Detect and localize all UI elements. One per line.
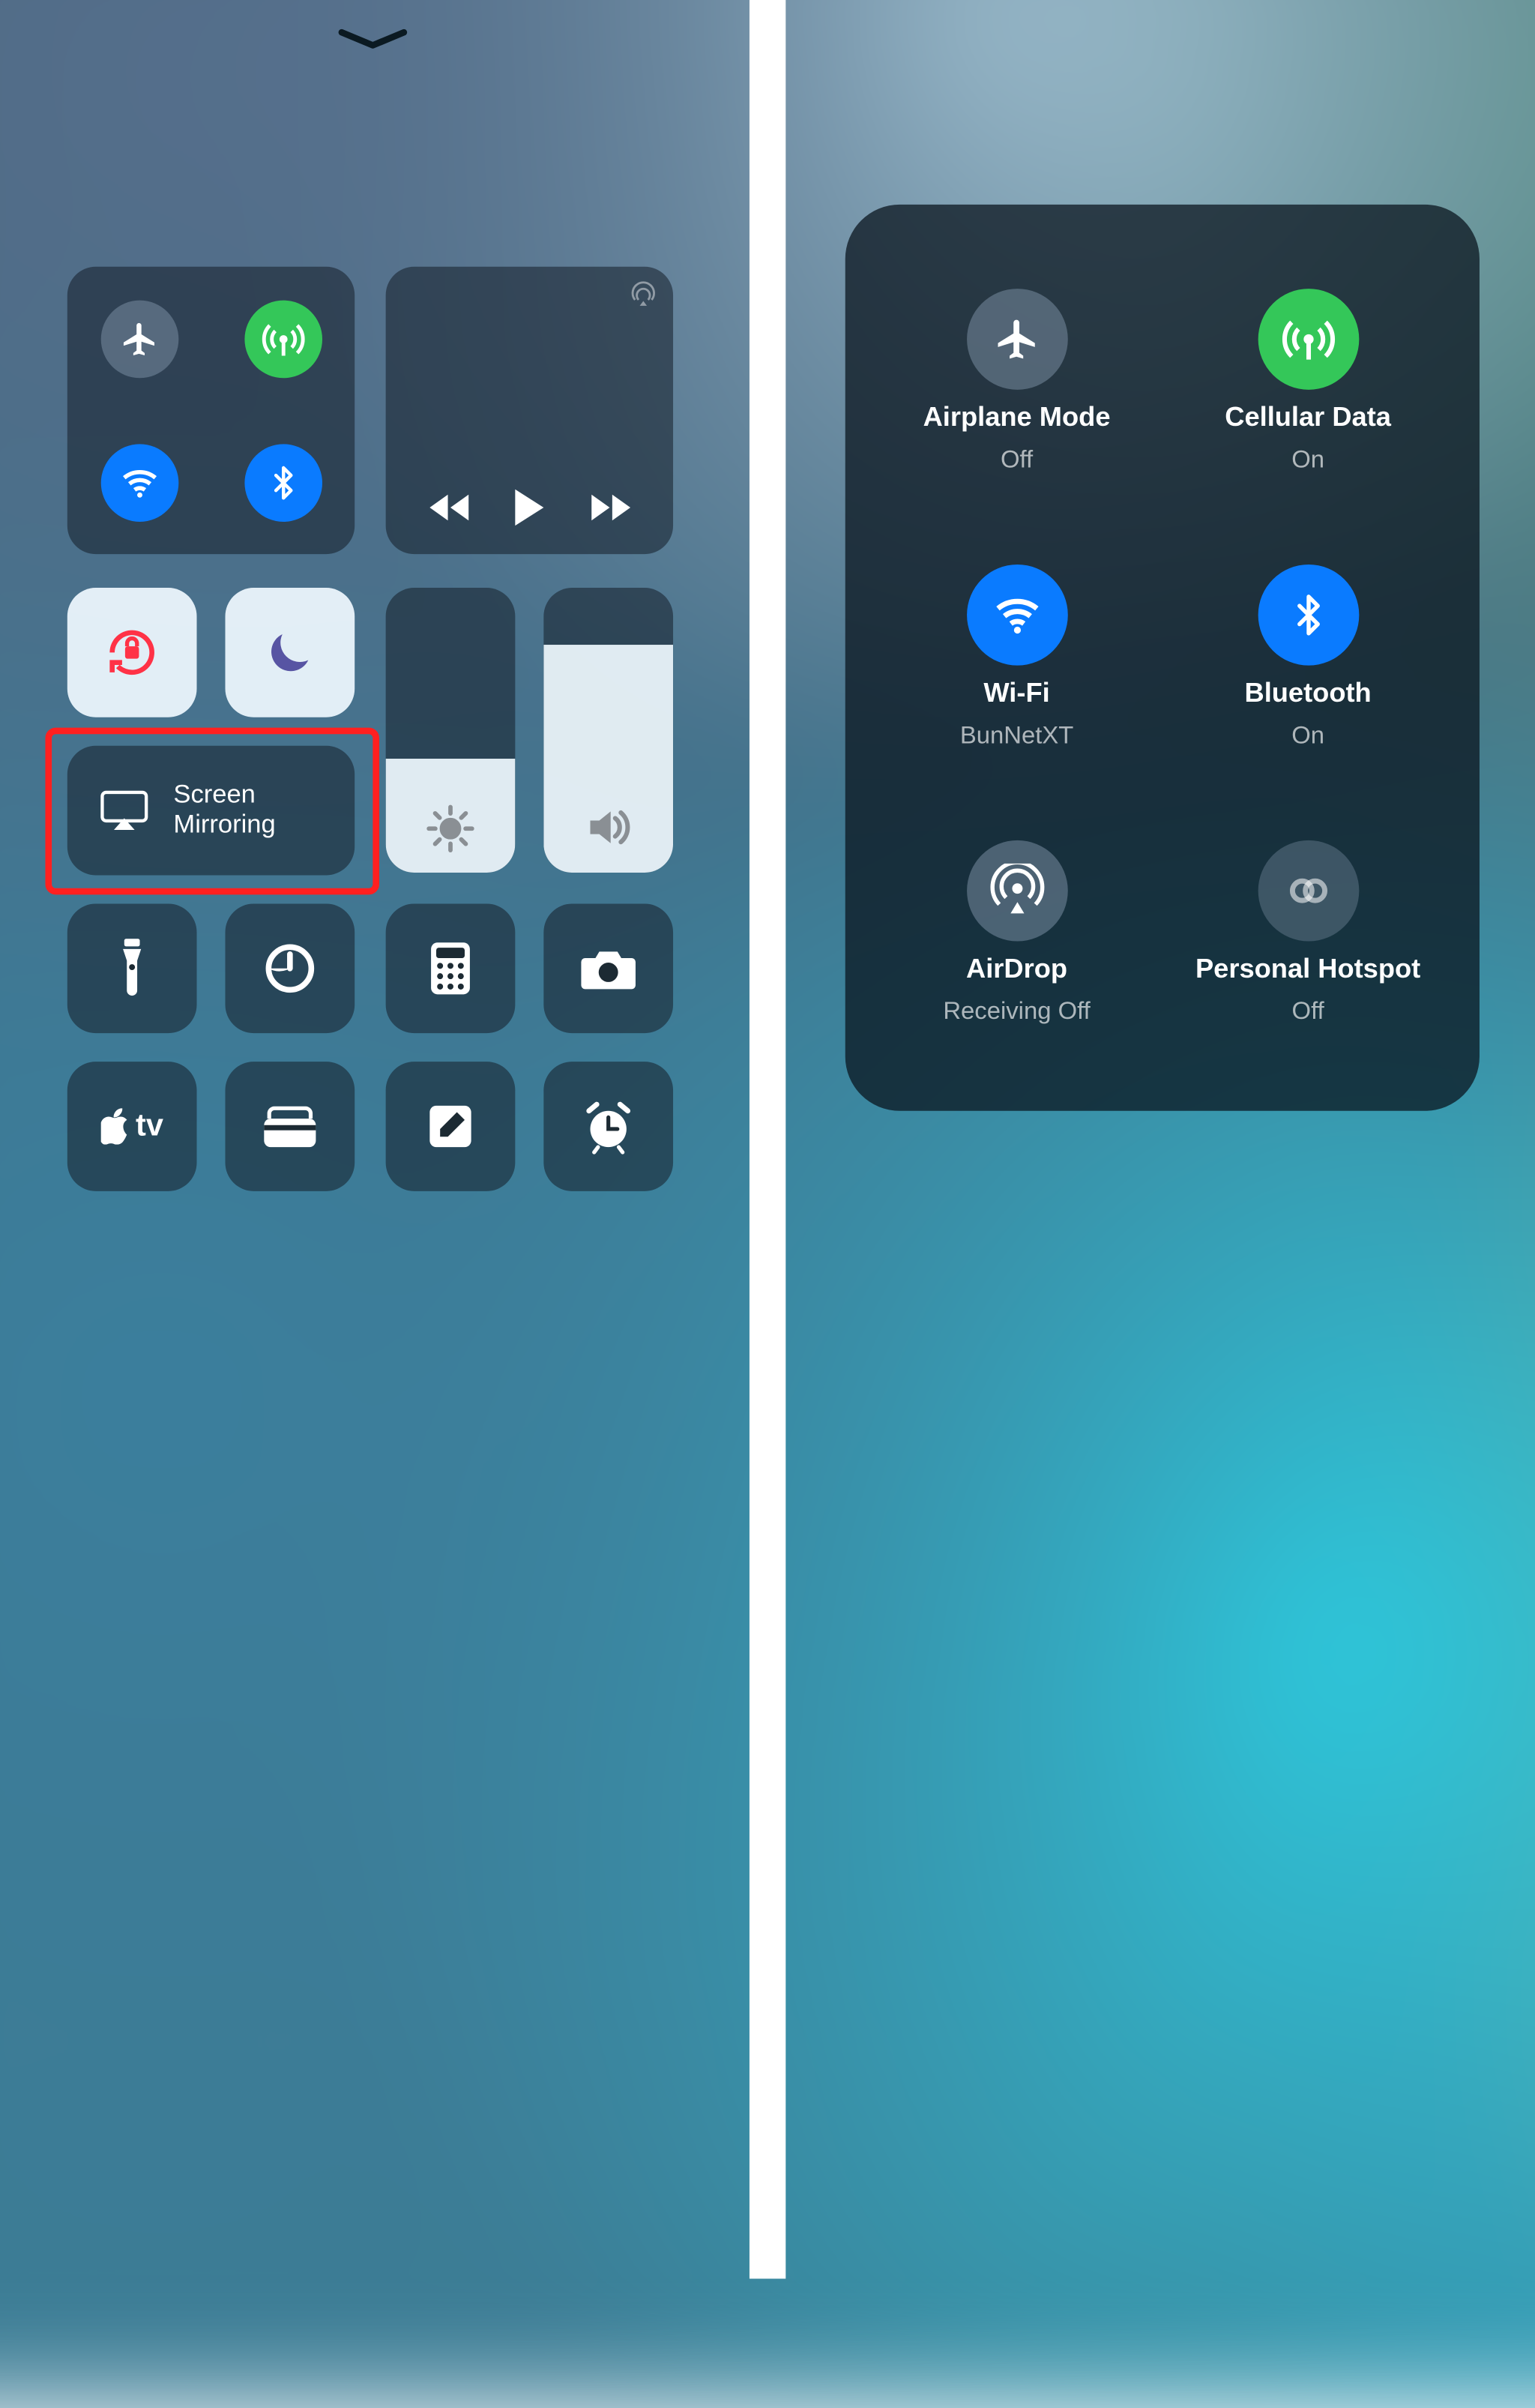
- airdrop-title: AirDrop: [966, 954, 1067, 985]
- collapse-chevron-icon[interactable]: [337, 28, 407, 49]
- do-not-disturb-toggle[interactable]: [225, 588, 355, 717]
- brightness-slider[interactable]: [386, 588, 516, 873]
- bluetooth-title: Bluetooth: [1245, 678, 1372, 709]
- airdrop-icon: [966, 840, 1067, 942]
- airdrop-cell[interactable]: AirDrop Receiving Off: [871, 796, 1162, 1072]
- hotspot-icon: [1258, 840, 1359, 942]
- connectivity-panel[interactable]: Airplane Mode Off Cellular Data On Wi-Fi…: [845, 205, 1480, 1111]
- apple-tv-label: tv: [136, 1108, 163, 1144]
- hotspot-cell[interactable]: Personal Hotspot Off: [1162, 796, 1454, 1072]
- cellular-status: On: [1291, 446, 1324, 475]
- screen-mirroring-label: ScreenMirroring: [173, 780, 275, 840]
- notes-button[interactable]: [386, 1062, 516, 1191]
- hotspot-title: Personal Hotspot: [1195, 954, 1420, 985]
- panel-divider: [750, 0, 785, 2279]
- calculator-button[interactable]: [386, 903, 516, 1033]
- play-button[interactable]: [511, 487, 547, 528]
- bluetooth-icon: [1258, 565, 1359, 666]
- timer-button[interactable]: [225, 903, 355, 1033]
- alarm-button[interactable]: [543, 1062, 673, 1191]
- wallet-button[interactable]: [225, 1062, 355, 1191]
- cellular-icon: [1258, 289, 1359, 390]
- volume-slider[interactable]: [543, 588, 673, 873]
- media-module[interactable]: [386, 267, 673, 554]
- wifi-icon: [966, 565, 1067, 666]
- bluetooth-cell[interactable]: Bluetooth On: [1162, 520, 1454, 795]
- airplay-audio-icon: [629, 280, 657, 308]
- flashlight-button[interactable]: [67, 903, 197, 1033]
- screen-mirroring-button[interactable]: ScreenMirroring: [67, 746, 355, 876]
- rotation-lock-toggle[interactable]: [67, 588, 197, 717]
- wifi-toggle[interactable]: [100, 443, 178, 521]
- camera-button[interactable]: [543, 903, 673, 1033]
- wifi-status: BunNetXT: [960, 723, 1073, 751]
- forward-button[interactable]: [588, 491, 633, 525]
- cellular-data-toggle[interactable]: [244, 300, 322, 378]
- wifi-title: Wi-Fi: [983, 678, 1049, 709]
- apple-tv-remote-button[interactable]: tv: [67, 1062, 197, 1191]
- control-center-screen: ScreenMirroring: [0, 0, 744, 2279]
- cellular-title: Cellular Data: [1225, 403, 1391, 433]
- airdrop-status: Receiving Off: [943, 999, 1090, 1027]
- airplane-mode-cell[interactable]: Airplane Mode Off: [871, 244, 1162, 520]
- airplane-title: Airplane Mode: [923, 403, 1111, 433]
- screen-mirroring-icon: [98, 789, 150, 833]
- airplane-icon: [966, 289, 1067, 390]
- airplane-status: Off: [1001, 446, 1033, 475]
- airplane-mode-toggle[interactable]: [100, 300, 178, 378]
- wifi-cell[interactable]: Wi-Fi BunNetXT: [871, 520, 1162, 795]
- connectivity-module[interactable]: [67, 267, 355, 554]
- bluetooth-status: On: [1291, 723, 1324, 751]
- rewind-button[interactable]: [426, 491, 471, 525]
- connectivity-expanded-screen: Airplane Mode Off Cellular Data On Wi-Fi…: [791, 0, 1535, 2279]
- cellular-data-cell[interactable]: Cellular Data On: [1162, 244, 1454, 520]
- hotspot-status: Off: [1292, 999, 1324, 1027]
- bluetooth-toggle[interactable]: [244, 443, 322, 521]
